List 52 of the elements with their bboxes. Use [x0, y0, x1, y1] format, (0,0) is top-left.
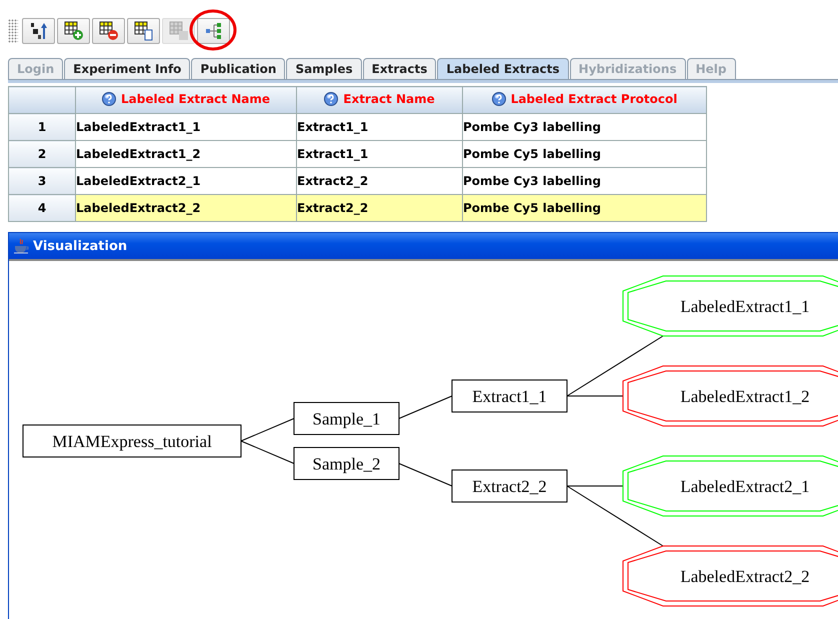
table-cell[interactable]: Extract2_2 — [296, 194, 462, 222]
grid-add-icon — [64, 21, 84, 41]
table-cell[interactable]: Pombe Cy5 labelling — [462, 140, 706, 168]
help-icon[interactable] — [102, 92, 116, 106]
octagon-node: LabeledExtract2_1 — [622, 456, 838, 516]
grid-icon — [168, 21, 188, 41]
row-number[interactable]: 4 — [8, 194, 76, 222]
tab[interactable]: Samples — [286, 58, 362, 79]
table-cell[interactable]: Pombe Cy3 labelling — [462, 168, 706, 194]
graph-node: Extract2_2 — [452, 470, 568, 502]
table-cell[interactable]: LabeledExtract1_2 — [76, 140, 296, 168]
table-cell[interactable]: Pombe Cy3 labelling — [462, 114, 706, 140]
tab[interactable]: Experiment Info — [64, 58, 190, 79]
graph-node: Sample_2 — [294, 447, 400, 480]
table-cell[interactable]: Extract2_2 — [296, 168, 462, 194]
window-title: Visualization — [33, 238, 128, 254]
tree-view-button[interactable] — [197, 18, 230, 44]
tree-icon — [204, 22, 222, 40]
remove-row-button[interactable] — [92, 18, 125, 44]
octagon-node: LabeledExtract2_2 — [622, 546, 838, 606]
grid-remove-icon — [98, 21, 118, 41]
row-header-corner — [8, 86, 76, 114]
row-number[interactable]: 3 — [8, 168, 76, 194]
table-cell[interactable]: LabeledExtract1_1 — [76, 114, 296, 140]
row-number[interactable]: 2 — [8, 140, 76, 168]
graph-node: MIAMExpress_tutorial — [22, 424, 242, 458]
copy-row-button[interactable] — [127, 18, 160, 44]
coffee-cup-icon — [13, 238, 29, 254]
help-icon[interactable] — [492, 92, 506, 106]
tab[interactable]: Extracts — [362, 58, 436, 79]
connector-line — [240, 440, 294, 464]
connector-line — [240, 418, 294, 442]
row-number[interactable]: 1 — [8, 114, 76, 140]
table-cell[interactable]: LabeledExtract2_2 — [76, 194, 296, 222]
tab[interactable]: Publication — [191, 58, 286, 79]
sort-icon — [30, 22, 48, 40]
connector-line — [398, 396, 452, 419]
graph-node: Sample_1 — [294, 402, 400, 435]
add-row-button[interactable] — [57, 18, 90, 44]
octagon-node: LabeledExtract1_1 — [622, 276, 838, 336]
sort-button[interactable] — [22, 18, 55, 44]
graph-node: Extract1_1 — [452, 380, 568, 412]
toolbar-grip — [8, 19, 18, 43]
table-cell[interactable]: LabeledExtract2_1 — [76, 168, 296, 194]
help-icon[interactable] — [324, 92, 338, 106]
tab[interactable]: Labeled Extracts — [437, 58, 569, 79]
table-cell[interactable]: Extract1_1 — [296, 140, 462, 168]
octagon-node: LabeledExtract1_2 — [622, 366, 838, 426]
connector-line — [398, 463, 452, 486]
grid-copy-icon — [134, 21, 154, 41]
table-cell[interactable]: Pombe Cy5 labelling — [462, 194, 706, 222]
table-cell[interactable]: Extract1_1 — [296, 114, 462, 140]
